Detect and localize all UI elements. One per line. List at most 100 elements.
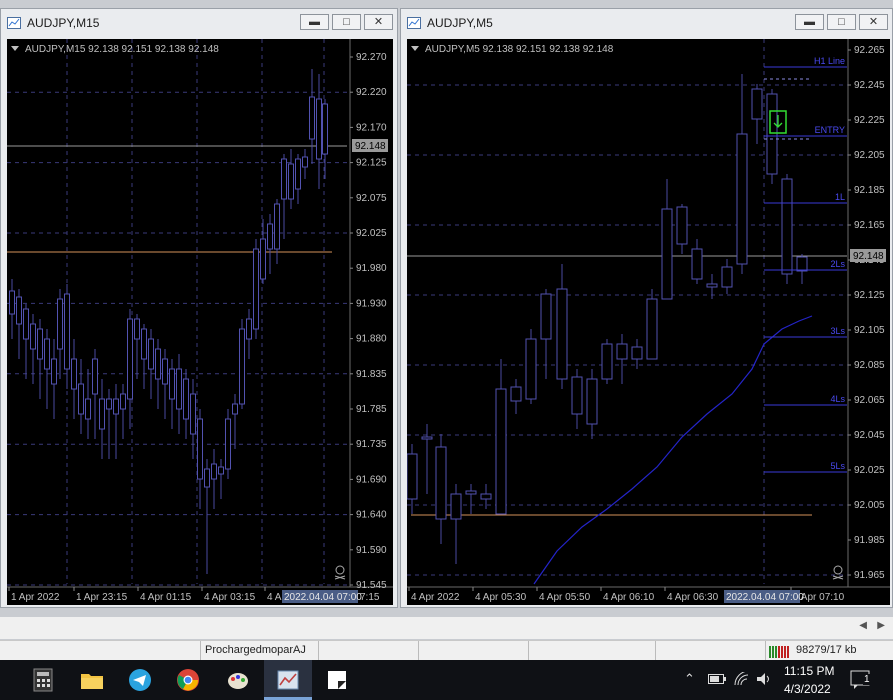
price-tick-label: 92.025 xyxy=(356,228,387,239)
m5-chart-canvas[interactable]: H1 Line ENTRY 1L 2Ls 3Ls 4Ls 5Ls AUDJPY,M5 92.… xyxy=(407,39,890,605)
candle-body xyxy=(281,158,287,200)
info-dropdown-icon[interactable] xyxy=(11,46,19,51)
chart-window-audjpy-m5[interactable]: AUDJPY,M5 ▬ □ ✕ H1 Line ENTRY 1L 2Ls 3Ls 4Ls 5… xyxy=(400,8,893,608)
metatrader-icon[interactable] xyxy=(276,668,302,692)
candle-body xyxy=(16,296,22,325)
level-label: 1L xyxy=(835,192,845,202)
price-tick-label: 92.025 xyxy=(854,465,885,476)
candle-body xyxy=(435,446,447,520)
candle-body xyxy=(106,398,112,410)
candle-body xyxy=(586,378,598,425)
price-tick-label: 92.125 xyxy=(854,290,885,301)
candle-body xyxy=(232,403,238,415)
candle-body xyxy=(183,378,189,420)
symbol-info: AUDJPY,M15 92.138 92.151 92.138 92.148 xyxy=(25,44,219,55)
price-tick-label: 92.225 xyxy=(854,115,885,126)
scroll-right-icon[interactable]: ▶ xyxy=(877,620,885,631)
price-tick-label: 91.835 xyxy=(356,369,387,380)
close-button[interactable]: ✕ xyxy=(859,14,888,30)
chrome-icon[interactable] xyxy=(176,668,202,692)
telegram-icon[interactable] xyxy=(128,668,154,692)
connection-bars-icon[interactable] xyxy=(768,644,792,658)
candle-body xyxy=(260,238,266,280)
time-tick-label: 4 Apr 06:10 xyxy=(603,592,655,603)
time-tick-label: 1 Apr 2022 xyxy=(11,592,60,603)
chart-window-icon xyxy=(407,17,421,29)
paint-icon[interactable] xyxy=(226,668,252,692)
time-tick-label: 1 Apr 23:15 xyxy=(76,592,128,603)
symbol-info: AUDJPY,M5 92.138 92.151 92.138 92.148 xyxy=(425,44,614,55)
close-button[interactable]: ✕ xyxy=(364,14,393,30)
chart-window-audjpy-m15[interactable]: AUDJPY,M15 ▬ □ ✕ AUDJPY,M15 92.138 92.15… xyxy=(0,8,398,608)
candle-body xyxy=(721,266,733,288)
maximize-button[interactable]: □ xyxy=(827,14,856,30)
scroll-left-icon[interactable]: ◀ xyxy=(859,620,867,631)
time-axis: 1 Apr 2022 1 Apr 23:15 4 Apr 01:15 4 Apr 03… xyxy=(8,587,287,603)
wifi-icon[interactable] xyxy=(734,672,750,686)
time-tick-label: 4 Apr 01:15 xyxy=(140,592,192,603)
candle-body xyxy=(450,493,462,520)
candle-body xyxy=(204,468,210,488)
candle-body xyxy=(155,348,161,380)
candle-body xyxy=(751,88,763,120)
chart-window-icon xyxy=(7,17,21,29)
battery-icon[interactable] xyxy=(708,673,726,685)
candle-body xyxy=(99,398,105,430)
file-explorer-icon[interactable] xyxy=(80,668,106,692)
candle-body xyxy=(57,298,63,350)
price-tick-label: 92.105 xyxy=(854,325,885,336)
candle-body xyxy=(316,98,322,160)
candle-body xyxy=(407,453,418,500)
candle-body xyxy=(169,368,175,400)
calculator-icon[interactable] xyxy=(32,668,58,692)
candle-body xyxy=(71,358,77,390)
candle-body xyxy=(631,346,643,360)
price-tick-label: 92.265 xyxy=(854,45,885,56)
status-bar: ProchargedmoparAJ 98279/17 kb xyxy=(0,640,893,661)
price-tick-label: 91.640 xyxy=(356,510,387,521)
candle-body xyxy=(218,466,224,475)
window-title: AUDJPY,M5 xyxy=(427,16,493,30)
info-dropdown-icon[interactable] xyxy=(411,46,419,51)
price-tick-label: 92.245 xyxy=(854,80,885,91)
candle-body xyxy=(302,156,308,168)
m15-chart-canvas[interactable]: AUDJPY,M15 92.138 92.151 92.138 92.148 9… xyxy=(7,39,393,605)
price-tick-label: 92.125 xyxy=(356,158,387,169)
candle-body xyxy=(253,248,259,330)
crosshair-time-label: 2022.04.04 07:00 xyxy=(284,592,362,603)
price-tick-label: 91.690 xyxy=(356,474,387,485)
price-tick-label: 92.075 xyxy=(356,193,387,204)
maximize-button[interactable]: □ xyxy=(332,14,361,30)
minimize-button[interactable]: ▬ xyxy=(795,14,824,30)
price-tick-label: 92.045 xyxy=(854,430,885,441)
price-chart-m5[interactable]: H1 Line ENTRY 1L 2Ls 3Ls 4Ls 5Ls AUDJPY,M5 92.… xyxy=(407,39,890,605)
candle-body xyxy=(540,293,552,340)
window-title: AUDJPY,M15 xyxy=(27,16,100,30)
sticky-notes-icon[interactable] xyxy=(325,668,351,692)
candle-body xyxy=(601,343,613,380)
price-tick-label: 91.965 xyxy=(854,570,885,581)
price-tick-label: 91.985 xyxy=(854,535,885,546)
price-chart-m15[interactable]: AUDJPY,M15 92.138 92.151 92.138 92.148 9… xyxy=(7,39,393,605)
taskbar: ⌃ 11:15 PM 4/3/2022 1 xyxy=(0,660,893,700)
level-label: 5Ls xyxy=(830,461,845,471)
price-tick-label: 92.165 xyxy=(854,220,885,231)
price-tick-label: 92.205 xyxy=(854,150,885,161)
candle-body xyxy=(211,463,217,480)
volume-icon[interactable] xyxy=(756,672,772,686)
candle-body xyxy=(288,163,294,200)
minimize-button[interactable]: ▬ xyxy=(300,14,329,30)
candle-body xyxy=(556,288,568,380)
clock-date[interactable]: 4/3/2022 xyxy=(784,682,831,696)
candle-body xyxy=(480,493,492,500)
clock-time[interactable]: 11:15 PM xyxy=(784,664,834,678)
level-label: ENTRY xyxy=(815,125,845,135)
bid-price-label: 92.148 xyxy=(853,251,884,262)
candle-body xyxy=(85,398,91,420)
time-tick-label: 4 Apr 03:15 xyxy=(204,592,256,603)
horizontal-scrollbar[interactable]: ◀ ▶ xyxy=(0,617,893,639)
chevron-up-icon[interactable]: ⌃ xyxy=(684,671,695,687)
candle-body xyxy=(616,343,628,360)
level-label: 4Ls xyxy=(830,394,845,404)
candle-body xyxy=(44,338,50,370)
